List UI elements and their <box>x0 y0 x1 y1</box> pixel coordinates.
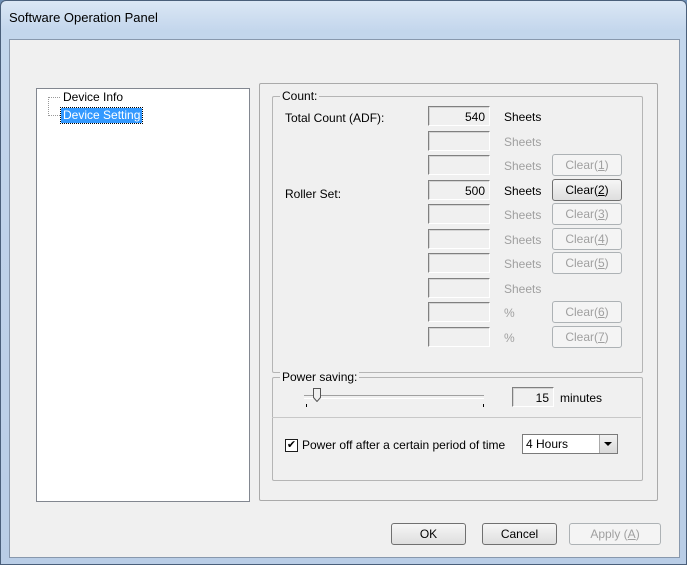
count-unit-label: Sheets <box>504 208 542 222</box>
clear-button-access-key: 2 <box>597 183 605 197</box>
count-unit-label: Sheets <box>504 159 542 173</box>
clear-button-close-paren: ) <box>604 256 609 270</box>
slider-tick <box>483 404 484 407</box>
tree-connector <box>48 97 60 98</box>
clear-button-close-paren: ) <box>604 232 609 246</box>
operation-panel-window: Software Operation Panel Device Info Dev… <box>0 0 687 565</box>
apply-button-access-key: A <box>627 527 636 541</box>
clear-counter-button[interactable]: Clear(7) <box>552 326 622 348</box>
tree-item-device-info[interactable]: Device Info <box>61 90 125 105</box>
clear-counter-button[interactable]: Clear(5) <box>552 252 622 274</box>
count-value-field <box>428 155 490 175</box>
count-unit-label: % <box>504 331 515 345</box>
clear-button-label: Clear( <box>565 158 598 172</box>
clear-button-close-paren: ) <box>604 183 609 197</box>
power-off-time-select[interactable]: 4 Hours <box>522 434 618 454</box>
clear-counter-button[interactable]: Clear(3) <box>552 203 622 225</box>
apply-button[interactable]: Apply (A) <box>569 523 661 545</box>
clear-counter-button[interactable]: Clear(1) <box>552 154 622 176</box>
total-count-label: Total Count (ADF): <box>285 111 385 125</box>
count-group-title: Count: <box>280 89 320 103</box>
count-value-field <box>428 131 490 151</box>
count-unit-label: Sheets <box>504 110 542 124</box>
power-off-checkbox[interactable]: ✔ <box>285 439 298 452</box>
count-value-field <box>428 278 490 298</box>
count-unit-label: Sheets <box>504 184 542 198</box>
clear-button-label: Clear( <box>565 183 598 197</box>
count-value-field <box>428 253 490 273</box>
apply-button-label: Apply ( <box>590 527 628 541</box>
title-bar[interactable]: Software Operation Panel <box>1 1 686 39</box>
tree-item-device-setting[interactable]: Device Setting <box>59 107 144 124</box>
dialog-client-area: Device Info Device Setting Count: Total … <box>9 39 680 558</box>
settings-tree[interactable]: Device Info Device Setting <box>36 88 250 502</box>
count-value-field: 540 <box>428 106 490 126</box>
power-saving-slider-thumb[interactable] <box>313 388 321 402</box>
clear-button-access-key: 5 <box>597 256 605 270</box>
power-saving-minutes-field[interactable]: 15 <box>512 387 554 407</box>
clear-button-label: Clear( <box>565 305 598 319</box>
cancel-button[interactable]: Cancel <box>482 523 557 545</box>
roller-set-label: Roller Set: <box>285 187 342 201</box>
clear-button-access-key: 7 <box>597 330 605 344</box>
clear-counter-button[interactable]: Clear(6) <box>552 301 622 323</box>
clear-button-access-key: 1 <box>597 158 605 172</box>
count-value-field: 500 <box>428 180 490 200</box>
clear-button-access-key: 4 <box>597 232 605 246</box>
chevron-down-icon[interactable] <box>599 435 617 453</box>
tree-connector <box>48 97 49 116</box>
count-unit-label: Sheets <box>504 282 542 296</box>
slider-tick <box>306 404 307 407</box>
count-unit-label: % <box>504 306 515 320</box>
clear-button-access-key: 3 <box>597 207 605 221</box>
count-unit-label: Sheets <box>504 257 542 271</box>
clear-button-label: Clear( <box>565 207 598 221</box>
count-unit-label: Sheets <box>504 135 542 149</box>
clear-counter-button[interactable]: Clear(4) <box>552 228 622 250</box>
window-title: Software Operation Panel <box>9 10 158 25</box>
power-saving-title: Power saving: <box>280 370 360 384</box>
clear-button-access-key: 6 <box>597 305 605 319</box>
count-value-field <box>428 204 490 224</box>
power-group-divider <box>272 417 641 418</box>
count-unit-label: Sheets <box>504 233 542 247</box>
clear-button-close-paren: ) <box>604 330 609 344</box>
apply-button-close-paren: ) <box>635 527 640 541</box>
count-value-field <box>428 327 490 347</box>
clear-button-label: Clear( <box>565 256 598 270</box>
tree-connector <box>48 115 60 116</box>
power-off-label: Power off after a certain period of time <box>302 438 506 452</box>
clear-button-label: Clear( <box>565 232 598 246</box>
clear-button-close-paren: ) <box>604 305 609 319</box>
count-value-field <box>428 229 490 249</box>
clear-button-close-paren: ) <box>604 207 609 221</box>
device-setting-panel: Count: Total Count (ADF): Roller Set: 54… <box>259 83 658 501</box>
minutes-label: minutes <box>560 391 603 405</box>
count-value-field <box>428 302 490 322</box>
check-mark-icon: ✔ <box>286 439 297 451</box>
clear-button-close-paren: ) <box>604 158 609 172</box>
power-saving-slider-track[interactable] <box>304 395 484 399</box>
power-off-time-value: 4 Hours <box>526 437 569 451</box>
ok-button[interactable]: OK <box>391 523 466 545</box>
clear-button-label: Clear( <box>565 330 598 344</box>
clear-counter-button[interactable]: Clear(2) <box>552 179 622 201</box>
